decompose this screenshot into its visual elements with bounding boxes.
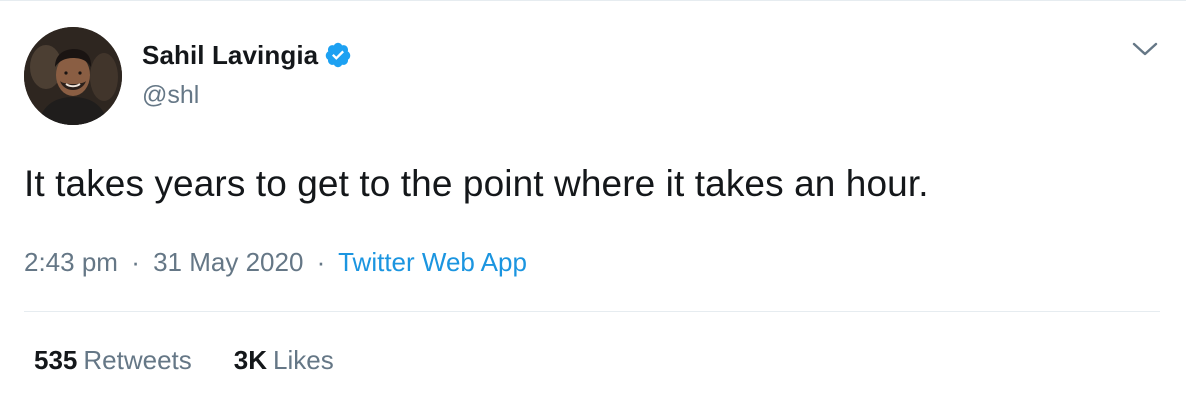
avatar[interactable] (24, 27, 122, 125)
tweet-time[interactable]: 2:43 pm (24, 247, 118, 277)
person-photo-icon (24, 27, 122, 125)
author-name-row[interactable]: Sahil Lavingia (142, 39, 352, 71)
chevron-down-icon[interactable] (1128, 35, 1162, 63)
verified-badge-icon (324, 41, 352, 69)
tweet-card: Sahil Lavingia @shl It takes years to ge… (0, 0, 1186, 408)
meta-separator: · (316, 247, 326, 277)
retweets-stat[interactable]: 535 Retweets (34, 345, 192, 376)
retweets-count: 535 (34, 345, 78, 375)
author-handle[interactable]: @shl (142, 81, 199, 110)
meta-separator: · (131, 247, 140, 277)
likes-label: Likes (273, 345, 334, 375)
likes-count: 3K (233, 345, 268, 375)
author-display-name[interactable]: Sahil Lavingia (142, 40, 318, 71)
likes-stat[interactable]: 3K Likes (234, 345, 334, 376)
tweet-meta: 2:43 pm · 31 May 2020 · Twitter Web App (24, 247, 527, 278)
divider (24, 311, 1160, 312)
tweet-text: It takes years to get to the point where… (24, 163, 929, 204)
tweet-date[interactable]: 31 May 2020 (153, 247, 303, 277)
tweet-stats: 535 Retweets 3K Likes (34, 345, 334, 376)
tweet-source-link[interactable]: Twitter Web App (338, 247, 527, 277)
retweets-label: Retweets (83, 345, 192, 375)
